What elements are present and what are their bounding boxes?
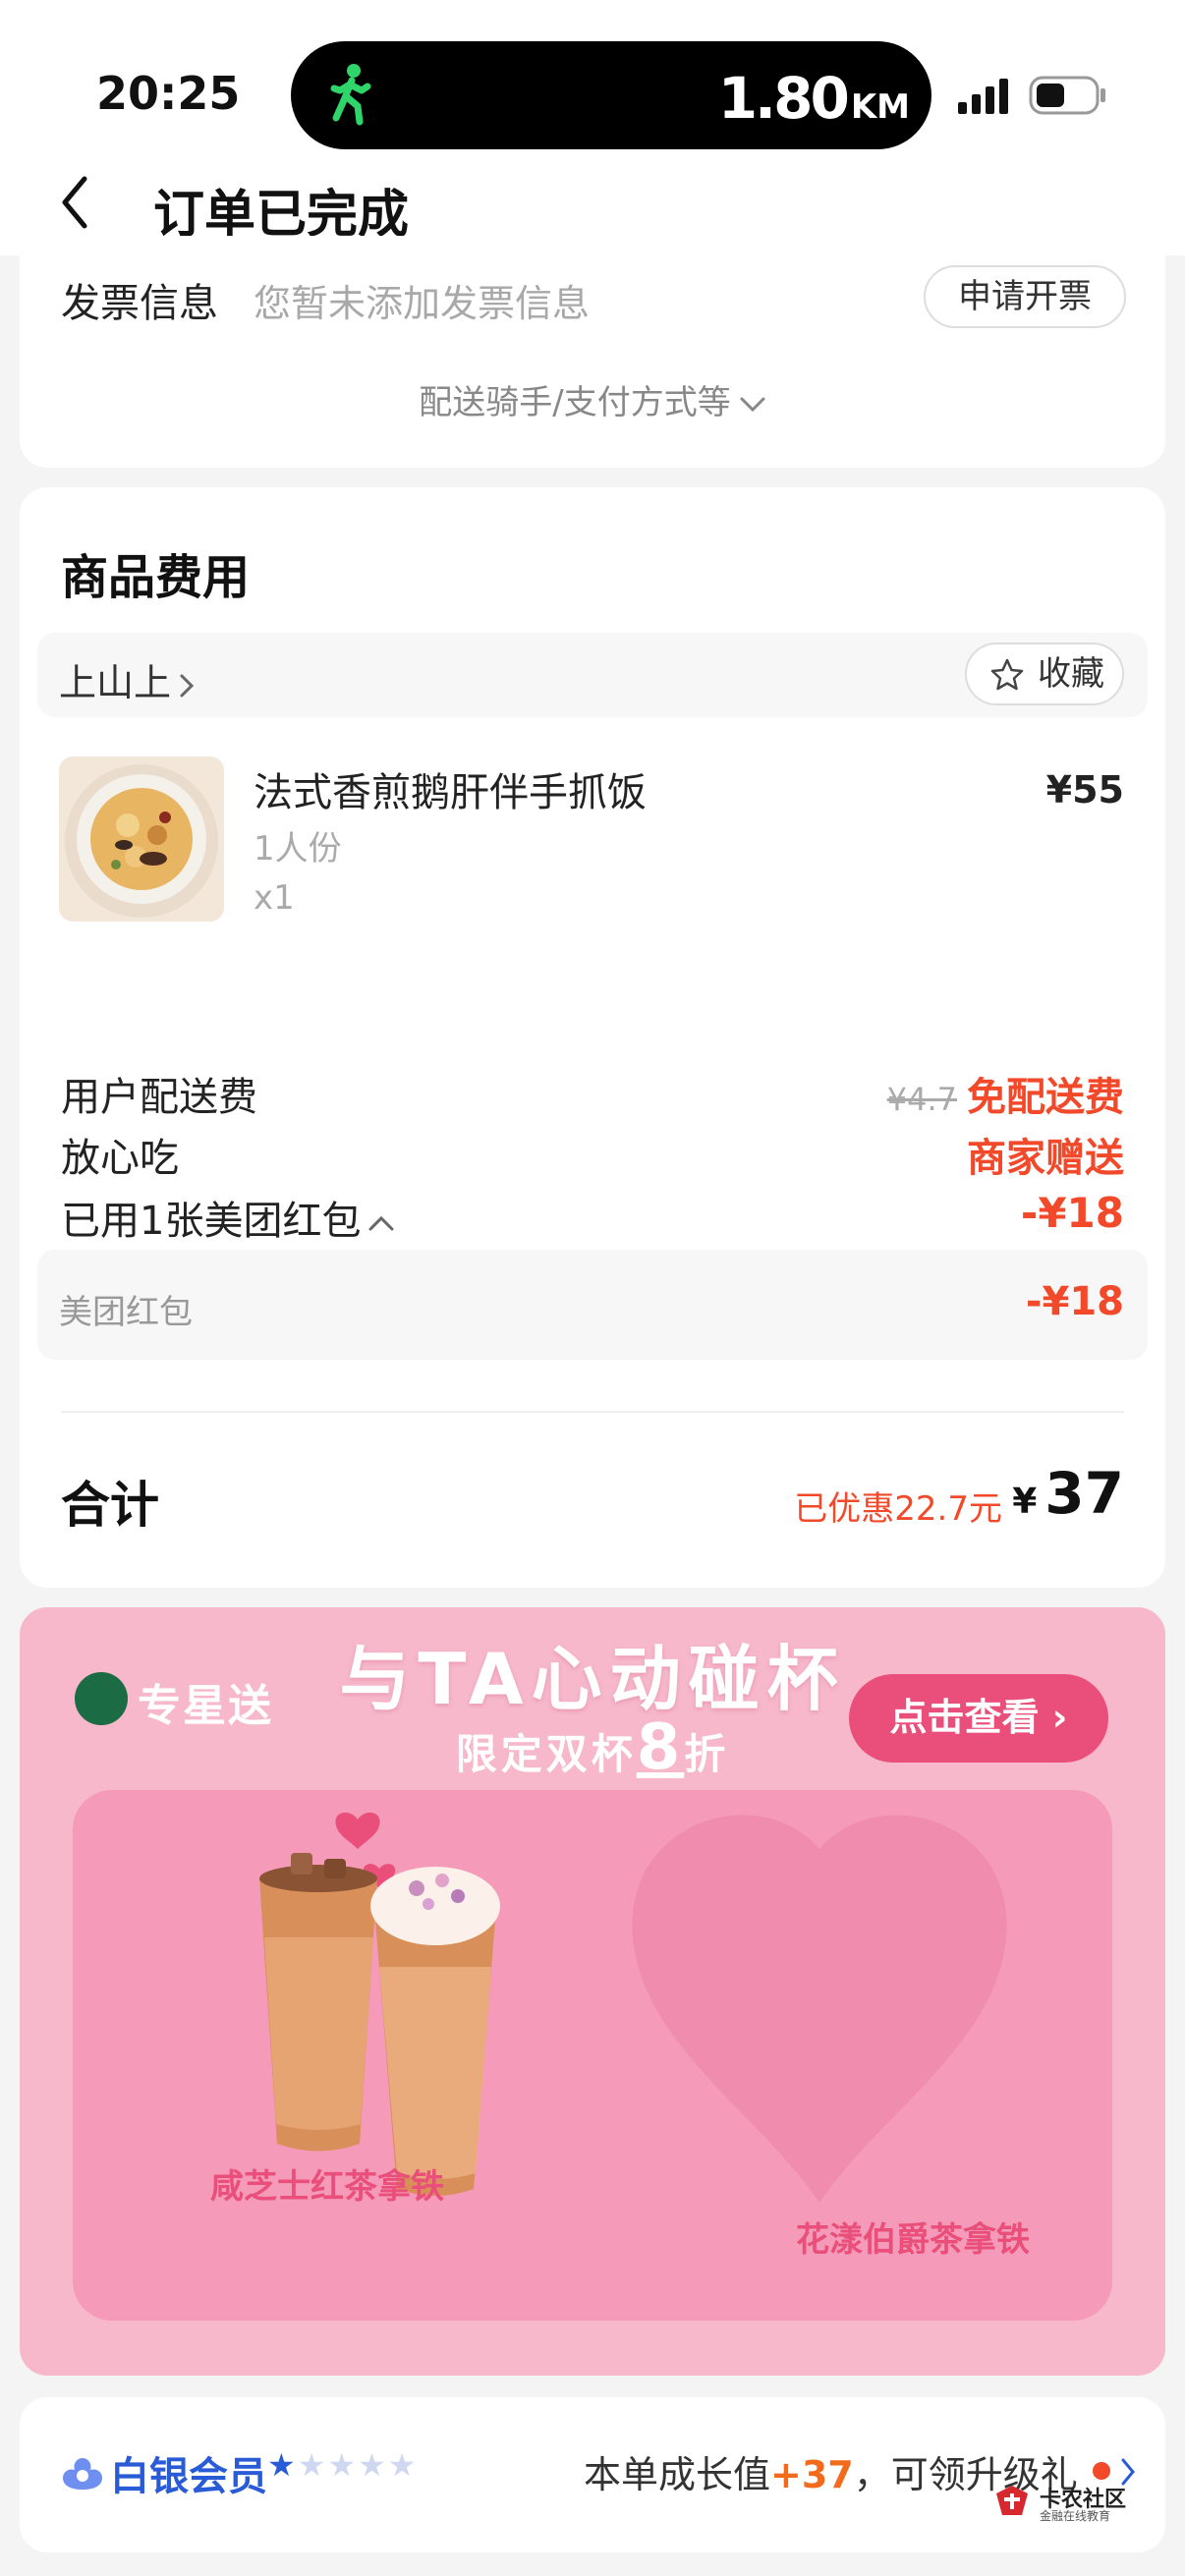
walking-person-icon <box>330 64 371 126</box>
food-price: ¥55 <box>1045 768 1124 812</box>
distance-unit: KM <box>850 87 910 127</box>
delivery-fee-label: 用户配送费 <box>61 1075 257 1120</box>
watermark: 卡农社区 金融在线教育 <box>992 2482 1150 2531</box>
coupon-detail-row: 美团红包 -¥18 <box>37 1250 1148 1360</box>
member-card[interactable]: 白银会员 ★★★★★ 本单成长值+37，可领升级礼 卡农社区 金融在线教育 <box>20 2397 1165 2552</box>
banner-product-image: 咸芝士红茶拿铁 花漾伯爵茶拿铁 <box>73 1790 1112 2321</box>
shop-name-label: 上山上 <box>59 661 172 704</box>
notification-dot <box>1093 2462 1110 2480</box>
banner-sub-highlight: 8 <box>636 1711 685 1784</box>
star-outline-icon <box>990 658 1024 691</box>
coupon-row[interactable]: 已用1张美团红包 -¥18 <box>61 1189 1124 1248</box>
coupon-detail-label: 美团红包 <box>59 1293 193 1332</box>
banner-cta-button[interactable]: 点击查看 › <box>849 1674 1108 1763</box>
total-currency: ¥ <box>1012 1482 1038 1522</box>
coupon-detail-value: -¥18 <box>1025 1279 1124 1324</box>
chevron-down-icon <box>740 397 765 412</box>
food-photo <box>59 756 224 922</box>
banner-sub-suffix: 折 <box>684 1730 730 1778</box>
activity-island[interactable]: 1.80 KM <box>291 41 931 149</box>
member-stars: ★★★★★ <box>267 2446 418 2484</box>
member-level: 白银会员 <box>110 2454 267 2499</box>
growth-prefix: 本单成长值 <box>584 2453 771 2496</box>
total-label: 合计 <box>61 1477 159 1534</box>
growth-value: +37 <box>770 2453 854 2496</box>
banner-cta-label: 点击查看 <box>889 1696 1040 1739</box>
delivery-fee-free: 免配送费 <box>967 1075 1124 1120</box>
watermark-subtext: 金融在线教育 <box>1040 2509 1111 2523</box>
star-filled-icon: ★ <box>267 2446 298 2484</box>
invoice-label: 发票信息 <box>61 281 218 326</box>
drink-label-2: 花漾伯爵茶拿铁 <box>796 2220 1030 2260</box>
chevron-left-icon[interactable] <box>51 167 100 236</box>
promo-banner[interactable]: 专星送 与TA心动碰杯 限定双杯8折 点击查看 › 咸芝士红茶拿铁 花漾伯爵茶拿… <box>20 1607 1165 2376</box>
coupon-value: -¥18 <box>1020 1189 1124 1237</box>
coupon-label: 已用1张美团红包 <box>61 1199 362 1244</box>
food-quantity: x1 <box>254 878 295 918</box>
favorite-label: 收藏 <box>1038 654 1104 694</box>
divider <box>61 1411 1124 1413</box>
fees-card: 商品费用 上山上 收藏 法式香煎鹅肝伴手抓饭 1人份 x1 ¥55 用户配送费 <box>20 487 1165 1588</box>
signal-icon <box>958 79 1008 114</box>
assurance-label: 放心吃 <box>61 1136 179 1181</box>
food-portion: 1人份 <box>254 829 342 868</box>
chevron-right-icon <box>180 674 195 697</box>
invoice-value: 您暂未添加发票信息 <box>254 282 591 325</box>
battery-icon <box>1029 76 1105 115</box>
status-time: 20:25 <box>96 67 241 120</box>
status-bar: 20:25 1.80 KM <box>0 0 1185 157</box>
total-amount: ¥37 <box>1012 1460 1124 1527</box>
total-saved: 已优惠22.7元 <box>794 1489 1002 1529</box>
food-name: 法式香煎鹅肝伴手抓饭 <box>254 770 647 815</box>
member-badge-icon <box>63 2458 102 2490</box>
delivery-fee-original: ¥4.7 <box>886 1081 957 1118</box>
fees-title: 商品费用 <box>61 550 251 605</box>
star-empty-icon: ★★★★ <box>297 2446 419 2484</box>
assurance-row: 放心吃 商家赠送 <box>61 1126 1124 1185</box>
distance-value: 1.80 <box>717 65 850 132</box>
chevron-up-icon <box>368 1215 394 1231</box>
activity-distance: 1.80 KM <box>718 65 910 132</box>
assurance-value: 商家赠送 <box>967 1136 1124 1181</box>
shop-name[interactable]: 上山上 <box>59 652 197 706</box>
favorite-button[interactable]: 收藏 <box>965 643 1124 705</box>
drink-label-1: 咸芝士红茶拿铁 <box>210 2167 444 2207</box>
banner-sub-prefix: 限定双杯 <box>455 1730 637 1778</box>
food-image[interactable] <box>59 756 224 922</box>
more-details-label: 配送骑手/支付方式等 <box>419 383 731 422</box>
apply-invoice-button[interactable]: 申请开票 <box>924 265 1126 328</box>
coupon-label-wrap: 已用1张美团红包 <box>61 1189 396 1246</box>
total-value: 37 <box>1044 1460 1124 1527</box>
delivery-fee-row: 用户配送费 ¥4.7 免配送费 <box>61 1065 1124 1124</box>
watermark-logo-icon <box>996 2486 1028 2515</box>
shop-row[interactable]: 上山上 收藏 <box>37 633 1148 717</box>
more-details-toggle[interactable]: 配送骑手/支付方式等 <box>20 375 1165 423</box>
delivery-fee-value: ¥4.7 免配送费 <box>887 1065 1124 1122</box>
invoice-card: 发票信息 您暂未添加发票信息 申请开票 配送骑手/支付方式等 <box>20 236 1165 468</box>
